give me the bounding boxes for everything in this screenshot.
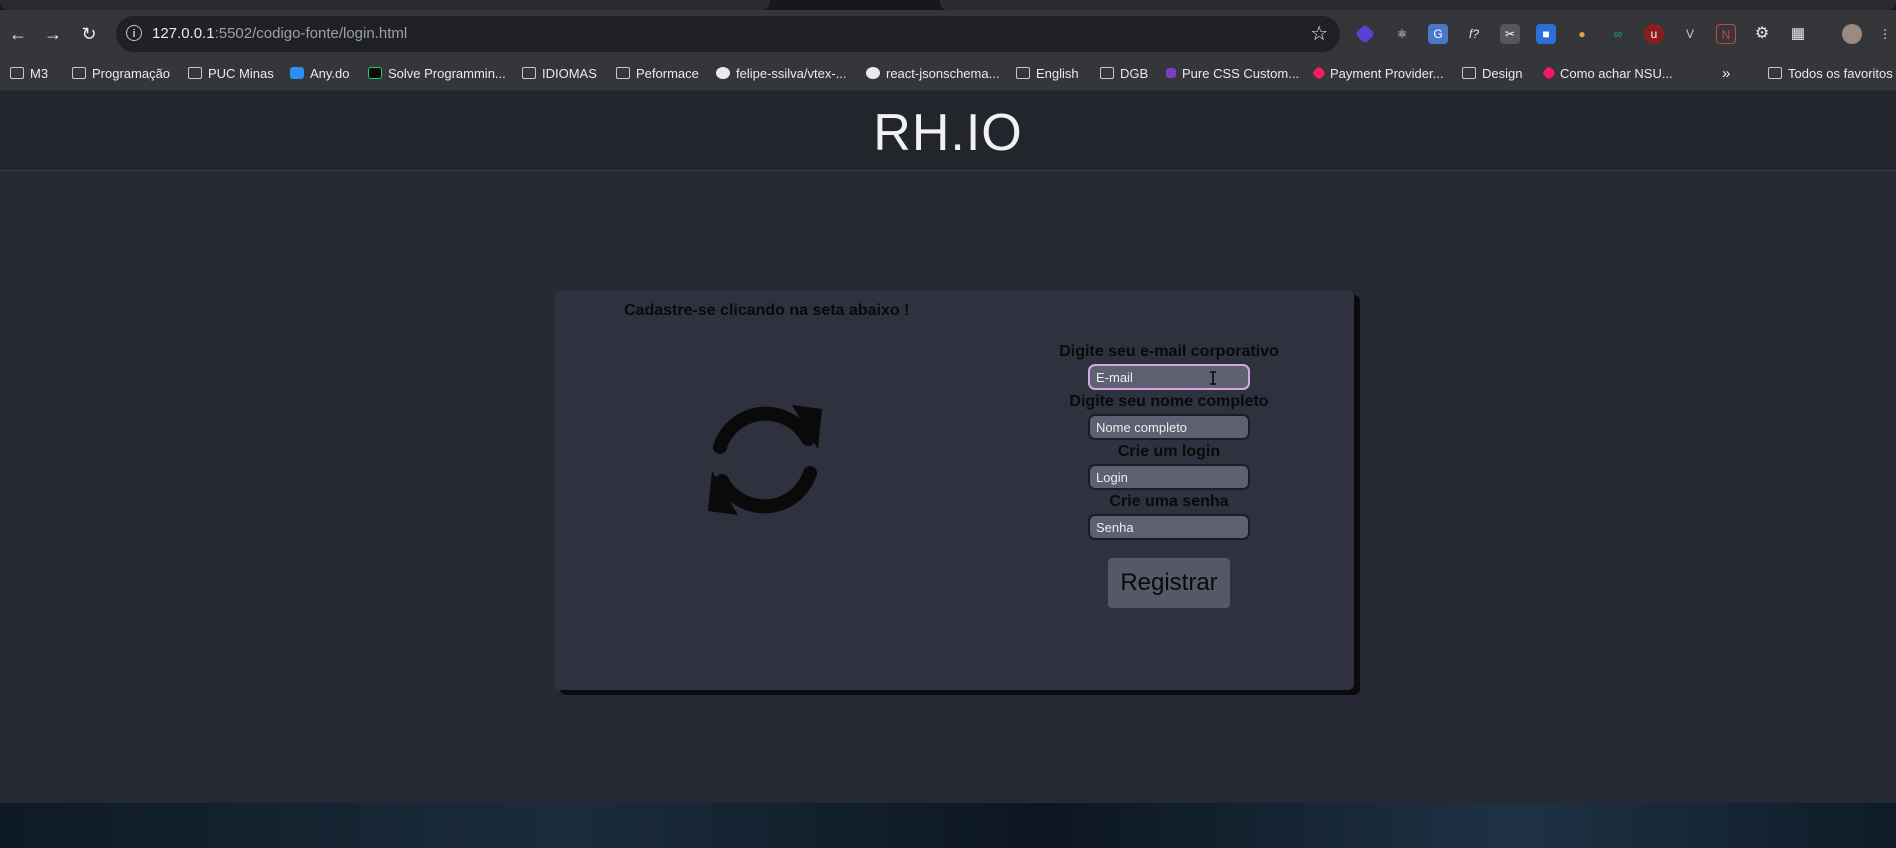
react-devtools-icon[interactable]: ⚛ (1392, 24, 1412, 44)
bookmark-label: Payment Provider... (1330, 65, 1444, 81)
folder-icon (1462, 67, 1476, 79)
bookmark-label: felipe-ssilva/vtex-... (736, 65, 847, 81)
refresh-arrows-icon[interactable] (700, 395, 830, 525)
name-label: Digite seu nome completo (1069, 393, 1269, 410)
codepen-icon (1166, 68, 1176, 78)
extensions-puzzle-icon[interactable]: ▦ (1788, 24, 1808, 44)
bookmark-label: M3 (30, 65, 49, 81)
url-path: :5502/codigo-fonte/login.html (214, 25, 408, 42)
bookmark-payment-provider[interactable]: Payment Provider... (1311, 64, 1444, 82)
settings-gear-icon[interactable]: ⚙ (1752, 24, 1772, 44)
register-form: Digite seu e-mail corporativo Digite seu… (1054, 342, 1284, 608)
bookmarks-bar: M3 Programação PUC Minas Any.do Solve Pr… (0, 56, 1896, 91)
register-hint: Cadastre-se clicando na seta abaixo ! (624, 302, 910, 319)
bookmark-react-jsonschema[interactable]: react-jsonschema... (866, 64, 999, 82)
extension-icon-8[interactable]: ∞ (1608, 24, 1628, 44)
bookmark-label: Design (1482, 65, 1523, 81)
bookmark-label: Pure CSS Custom... (1182, 65, 1300, 81)
tab-strip (0, 0, 1896, 10)
folder-icon (188, 67, 202, 79)
bookmark-label: DGB (1120, 65, 1149, 81)
bookmark-m3[interactable]: M3 (10, 64, 48, 82)
site-header: RH.IO (0, 91, 1896, 171)
folder-icon (1100, 67, 1114, 79)
bookmarks-overflow-button[interactable]: » (1722, 64, 1730, 82)
vue-devtools-icon[interactable]: V (1680, 24, 1700, 44)
tab-strip-left (0, 0, 770, 10)
folder-icon (72, 67, 86, 79)
url-host: 127.0.0.1 (152, 25, 215, 42)
folder-icon (10, 67, 24, 79)
bookmark-github-vtex[interactable]: felipe-ssilva/vtex-... (716, 64, 847, 82)
bookmark-puc-minas[interactable]: PUC Minas (188, 64, 274, 82)
password-field[interactable] (1088, 514, 1250, 540)
bookmark-label: PUC Minas (208, 65, 274, 81)
vtex-icon (1541, 65, 1557, 81)
ublock-icon[interactable]: u (1644, 24, 1664, 44)
bookmark-dgb[interactable]: DGB (1100, 64, 1148, 82)
bookmark-label: Como achar NSU... (1560, 65, 1673, 81)
bookmark-label: Solve Programmin... (388, 65, 506, 81)
bookmark-label: Any.do (310, 65, 350, 81)
translate-icon[interactable]: G (1428, 24, 1448, 44)
address-bar[interactable]: i 127.0.0.1:5502/codigo-fonte/login.html… (116, 16, 1340, 52)
bookmark-star-icon[interactable]: ☆ (1310, 21, 1328, 46)
hackerrank-icon (368, 67, 382, 79)
bookmark-label: English (1036, 65, 1079, 81)
folder-icon (522, 67, 536, 79)
fullname-field[interactable] (1088, 414, 1250, 440)
bookmark-design[interactable]: Design (1462, 64, 1522, 82)
login-field[interactable] (1088, 464, 1250, 490)
anydo-icon (290, 67, 304, 79)
url-text[interactable]: 127.0.0.1:5502/codigo-fonte/login.html (152, 25, 407, 42)
function-icon[interactable]: f? (1464, 24, 1484, 44)
register-button[interactable]: Registrar (1108, 558, 1230, 608)
bookmark-label: Programação (92, 65, 171, 81)
site-title: RH.IO (873, 104, 1023, 162)
vtex-icon (1311, 65, 1327, 81)
profile-avatar[interactable] (1842, 24, 1862, 44)
bookmark-peformace[interactable]: Peformace (616, 64, 699, 82)
site-info-icon[interactable]: i (126, 25, 142, 41)
all-bookmarks-label: Todos os favoritos (1788, 65, 1893, 81)
bookmark-programacao[interactable]: Programação (72, 64, 170, 82)
bookmark-label: Peformace (636, 65, 699, 81)
tab-strip-right (940, 0, 1896, 10)
bookmark-anydo[interactable]: Any.do (290, 64, 350, 82)
email-field[interactable] (1088, 364, 1250, 390)
folder-icon (1016, 67, 1030, 79)
text-cursor-icon (1210, 371, 1216, 385)
email-field-wrapper (1054, 364, 1284, 390)
menu-kebab-icon[interactable]: ⋮ (1878, 24, 1892, 44)
password-label: Crie uma senha (1109, 493, 1229, 510)
login-label: Crie um login (1117, 443, 1221, 460)
github-icon (716, 67, 730, 79)
extension-icon-5[interactable]: ✂ (1500, 24, 1520, 44)
bookmark-label: react-jsonschema... (886, 65, 1000, 81)
globe-icon (866, 67, 880, 79)
bookmark-label: IDIOMAS (542, 65, 597, 81)
register-card: Cadastre-se clicando na seta abaixo ! Di… (554, 290, 1354, 690)
all-bookmarks-folder[interactable]: Todos os favoritos (1768, 64, 1893, 82)
bookmark-como-achar-nsu[interactable]: Como achar NSU... (1541, 64, 1673, 82)
cookie-icon[interactable]: ● (1572, 24, 1592, 44)
bookmark-solve-programming[interactable]: Solve Programmin... (368, 64, 506, 82)
back-icon[interactable]: ← (4, 20, 32, 48)
browser-toolbar: ← → ↻ i 127.0.0.1:5502/codigo-fonte/logi… (0, 10, 1896, 56)
desktop-background (0, 803, 1896, 848)
forward-icon[interactable]: → (39, 20, 67, 48)
bookmark-pure-css[interactable]: Pure CSS Custom... (1166, 64, 1299, 82)
folder-icon (1768, 67, 1782, 79)
reload-icon[interactable]: ↻ (75, 20, 103, 48)
email-label: Digite seu e-mail corporativo (1059, 343, 1279, 360)
extension-icon-6[interactable]: ■ (1536, 24, 1556, 44)
extension-icon-11[interactable]: N (1716, 24, 1736, 44)
bookmark-idiomas[interactable]: IDIOMAS (522, 64, 597, 82)
extension-icon-1[interactable] (1355, 24, 1375, 44)
folder-icon (616, 67, 630, 79)
bookmark-english[interactable]: English (1016, 64, 1079, 82)
